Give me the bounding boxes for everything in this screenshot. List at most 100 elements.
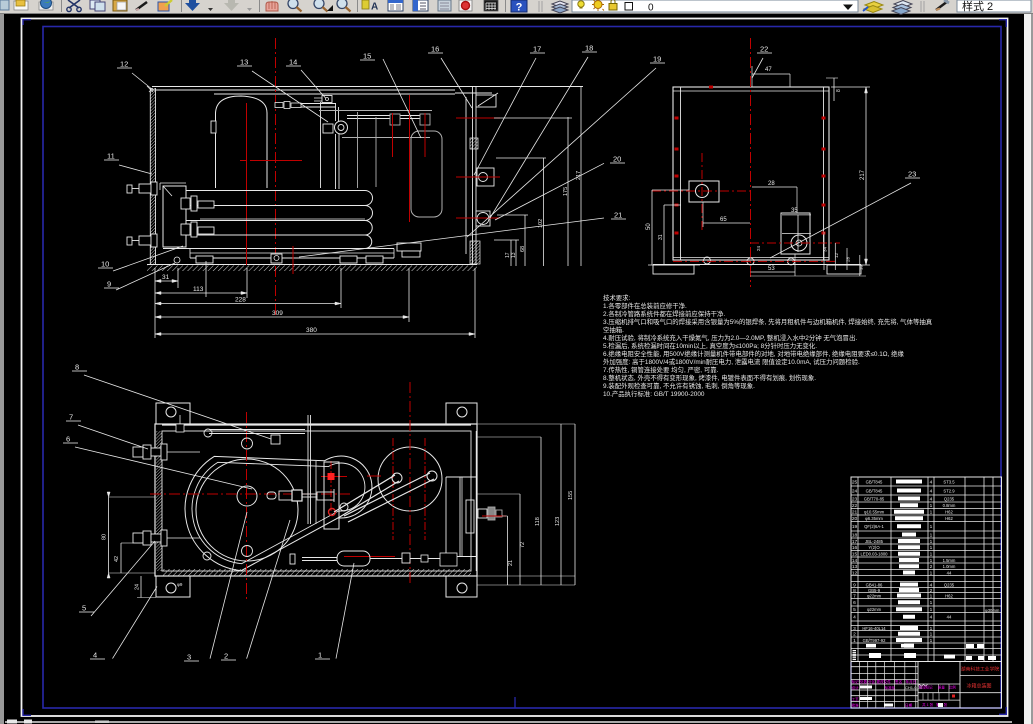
svg-text:2.各制冷管路系统件都在焊接前应保持干净.: 2.各制冷管路系统件都在焊接前应保持干净.: [603, 309, 725, 318]
svg-text:17: 17: [852, 539, 858, 545]
svg-text:1: 1: [930, 638, 933, 644]
svg-text:比例: 比例: [949, 685, 956, 690]
svg-text:34: 34: [823, 246, 828, 252]
svg-text:H62: H62: [945, 510, 953, 515]
svg-text:GB/T845: GB/T845: [866, 479, 883, 484]
svg-text:18: 18: [852, 532, 858, 538]
svg-text:12: 12: [120, 60, 128, 69]
svg-text:19: 19: [653, 55, 661, 64]
svg-text:217: 217: [860, 169, 866, 180]
svg-text:5: 5: [853, 607, 856, 613]
svg-text:22: 22: [852, 503, 858, 509]
svg-text:1: 1: [930, 552, 933, 558]
svg-text:2: 2: [853, 632, 856, 638]
svg-text:1: 1: [930, 524, 933, 530]
svg-text:23: 23: [908, 170, 916, 179]
svg-text:φ9: φ9: [177, 582, 183, 587]
svg-text:0: 0: [648, 3, 654, 14]
svg-text:31: 31: [162, 274, 170, 281]
svg-text:空抽箱.: 空抽箱.: [603, 325, 624, 334]
svg-text:380: 380: [306, 327, 317, 334]
svg-text:Y(2)O: Y(2)O: [868, 545, 880, 550]
svg-text:签名: 签名: [895, 679, 903, 684]
svg-text:批准: 批准: [852, 703, 860, 708]
svg-text:21: 21: [614, 211, 622, 220]
svg-text:8: 8: [853, 588, 856, 594]
svg-text:16: 16: [852, 545, 858, 551]
svg-text:1: 1: [930, 626, 933, 632]
svg-text:1: 1: [853, 638, 856, 644]
svg-text:1.5mm: 1.5mm: [943, 558, 956, 563]
svg-text:175: 175: [563, 187, 569, 196]
svg-text:4: 4: [930, 615, 933, 621]
svg-text:8.整机状态, 外壳不得有变形现象, 烤漆件, 电镀件表面不: 8.整机状态, 外壳不得有变形现象, 烤漆件, 电镀件表面不得有划痕, 划伤现象…: [603, 373, 816, 382]
svg-text:7.传热性, 铜管连接处要 均匀, 严密, 可靠.: 7.传热性, 铜管连接处要 均匀, 严密, 可靠.: [603, 365, 719, 374]
svg-text:12: 12: [834, 252, 839, 258]
svg-text:1: 1: [930, 607, 933, 613]
svg-text:1: 1: [930, 539, 933, 545]
svg-text:4: 4: [930, 496, 933, 502]
svg-text:22: 22: [760, 45, 768, 54]
svg-text:2: 2: [930, 588, 933, 594]
svg-text:?: ?: [516, 2, 523, 14]
svg-text:20: 20: [852, 516, 858, 522]
svg-text:21: 21: [508, 560, 514, 566]
svg-text:6: 6: [66, 435, 70, 444]
svg-text:φ22mm: φ22mm: [867, 607, 882, 612]
svg-text:样式 2: 样式 2: [962, 0, 993, 13]
svg-text:A: A: [371, 2, 378, 13]
svg-text:68: 68: [520, 246, 526, 252]
svg-text:28: 28: [846, 256, 851, 262]
svg-text:4.耐压试验, 将制冷系统充入干燥氮气, 压力为2.0—2.: 4.耐压试验, 将制冷系统充入干燥氮气, 压力为2.0—2.0MP, 整机浸入水…: [603, 333, 857, 342]
svg-text:9: 9: [107, 280, 111, 289]
svg-text:共 1 张: 共 1 张: [922, 702, 934, 707]
svg-text:1: 1: [930, 632, 933, 638]
svg-text:LED0.03-1800: LED0.03-1800: [860, 552, 888, 557]
svg-text:φ10.55mm: φ10.55mm: [864, 510, 885, 515]
svg-text:Q235: Q235: [944, 496, 955, 501]
svg-text:3: 3: [853, 626, 856, 632]
svg-text:15: 15: [852, 552, 858, 558]
svg-text:28: 28: [768, 181, 775, 187]
svg-text:24: 24: [852, 488, 858, 494]
svg-text:1: 1: [930, 593, 933, 599]
svg-text:8: 8: [836, 89, 842, 92]
svg-text:φ30mm: φ30mm: [985, 608, 1000, 613]
svg-text:ST3.5: ST3.5: [943, 479, 955, 484]
svg-text:13: 13: [852, 564, 858, 570]
svg-text:13: 13: [240, 58, 248, 67]
svg-text:14: 14: [852, 558, 858, 564]
svg-text:3: 3: [187, 653, 191, 662]
svg-text:φ6.35mm: φ6.35mm: [865, 516, 883, 521]
svg-text:φ22mm: φ22mm: [867, 593, 882, 598]
svg-text:10.产品执行标准: GB/T 19900-2000: 10.产品执行标准: GB/T 19900-2000: [603, 389, 705, 398]
svg-text:35: 35: [791, 208, 798, 214]
svg-text:处数: 处数: [860, 679, 868, 684]
svg-text:25: 25: [852, 479, 858, 485]
svg-text:质量: 质量: [938, 685, 945, 690]
svg-text:1.各零部件在总装前应修干净.: 1.各零部件在总装前应修干净.: [603, 301, 687, 310]
svg-text:9.装配外观检查可靠, 不允许有锈蚀, 毛刺, 倒角等现象.: 9.装配外观检查可靠, 不允许有锈蚀, 毛刺, 倒角等现象.: [603, 381, 755, 390]
svg-text:80: 80: [102, 534, 108, 540]
svg-text:7: 7: [69, 413, 73, 422]
svg-text:QF(2)6A-1: QF(2)6A-1: [864, 524, 884, 529]
svg-text:冰箱总装图: 冰箱总装图: [966, 683, 991, 690]
svg-text:1: 1: [318, 651, 322, 660]
svg-text:GB5-9: GB5-9: [868, 588, 881, 593]
svg-text:4: 4: [853, 615, 856, 621]
svg-text:118: 118: [535, 517, 541, 526]
svg-text:12: 12: [852, 570, 858, 576]
svg-text:24: 24: [756, 245, 761, 251]
svg-text:4: 4: [93, 651, 97, 660]
svg-text:HF16-40L14: HF16-40L14: [862, 626, 886, 631]
svg-text:GB41-86: GB41-86: [866, 582, 883, 587]
svg-text:阶段标记: 阶段标记: [919, 685, 933, 690]
svg-text:53: 53: [768, 266, 775, 272]
svg-text:9: 9: [853, 582, 856, 588]
svg-text:23: 23: [852, 496, 858, 502]
svg-text:10: 10: [858, 264, 863, 270]
svg-text:标记: 标记: [852, 679, 860, 684]
svg-text:湖南科技工业学院: 湖南科技工业学院: [961, 666, 1000, 673]
svg-text:1: 1: [930, 503, 933, 509]
svg-text:5.检漏后, 系统检漏时间在10min以上, 真空度为≤10: 5.检漏后, 系统检漏时间在10min以上, 真空度为≤100Pa; 8分针时压…: [603, 341, 817, 350]
